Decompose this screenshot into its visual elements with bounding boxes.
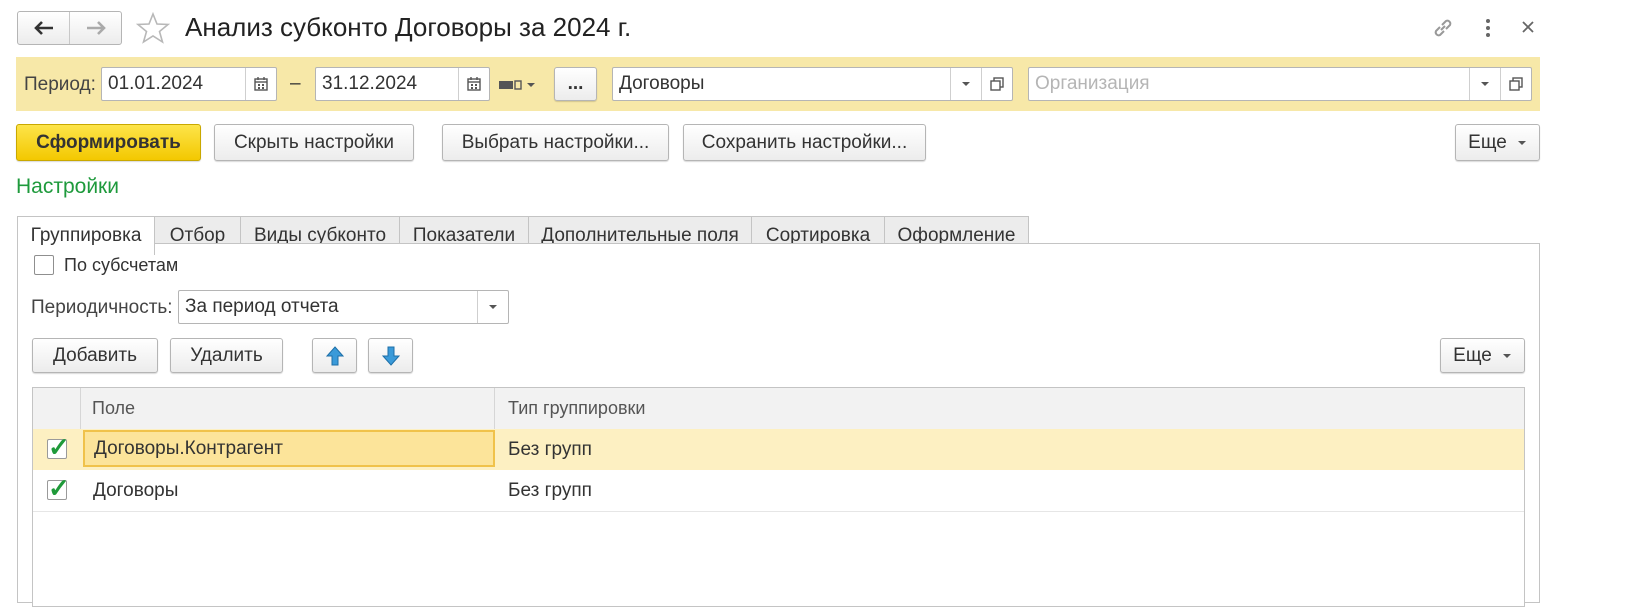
period-type-icon bbox=[499, 80, 522, 90]
arrow-up-icon bbox=[325, 345, 344, 365]
save-settings-label: Сохранить настройки... bbox=[701, 131, 908, 153]
period-select-button[interactable]: ... bbox=[554, 67, 597, 101]
column-header-label: Тип группировки bbox=[508, 398, 646, 418]
chevron-down-icon bbox=[1502, 353, 1511, 358]
tab-grouping[interactable]: Группировка bbox=[17, 216, 155, 255]
row-field-cell[interactable]: Договоры.Контрагент bbox=[83, 430, 495, 467]
add-button[interactable]: Добавить bbox=[32, 338, 158, 373]
checkmark-icon: ✓ bbox=[48, 432, 70, 462]
period-variant-dropdown[interactable] bbox=[498, 76, 540, 94]
move-down-button[interactable] bbox=[368, 338, 413, 373]
chevron-down-icon[interactable] bbox=[477, 291, 508, 323]
subconto-field[interactable]: Договоры bbox=[612, 67, 1013, 101]
column-header-label: Поле bbox=[92, 398, 136, 418]
back-button[interactable] bbox=[18, 12, 70, 44]
chevron-down-icon[interactable] bbox=[1469, 68, 1500, 100]
date-from-field[interactable]: 01.01.2024 bbox=[101, 67, 277, 101]
row-field-value: Договоры bbox=[93, 479, 179, 501]
period-dash: – bbox=[290, 73, 301, 94]
date-from-value: 01.01.2024 bbox=[108, 73, 204, 94]
row-group-type-value: Без групп bbox=[508, 479, 592, 501]
forward-button[interactable] bbox=[70, 12, 121, 44]
hide-settings-button[interactable]: Скрыть настройки bbox=[214, 124, 414, 161]
checkmark-icon: ✓ bbox=[48, 473, 70, 503]
close-icon[interactable] bbox=[1520, 19, 1536, 35]
periodicity-value: За период отчета bbox=[185, 296, 339, 317]
calendar-icon[interactable] bbox=[245, 68, 276, 100]
periodicity-label: Периодичность: bbox=[31, 297, 173, 318]
hide-settings-label: Скрыть настройки bbox=[233, 131, 395, 153]
column-header-field[interactable]: Поле bbox=[80, 388, 495, 429]
panel-more-button[interactable]: Еще bbox=[1440, 338, 1525, 373]
tab-label: Группировка bbox=[30, 225, 142, 246]
save-settings-button[interactable]: Сохранить настройки... bbox=[683, 124, 926, 161]
row-group-type-cell[interactable]: Без групп bbox=[508, 429, 592, 470]
page-title: Анализ субконто Договоры за 2024 г. bbox=[185, 12, 632, 42]
chevron-down-icon[interactable] bbox=[950, 68, 981, 100]
table-row[interactable]: ✓ Договоры.Контрагент Без групп bbox=[33, 429, 1524, 471]
choose-settings-button[interactable]: Выбрать настройки... bbox=[442, 124, 669, 161]
generate-button[interactable]: Сформировать bbox=[16, 124, 201, 161]
choose-settings-label: Выбрать настройки... bbox=[461, 131, 650, 153]
generate-label: Сформировать bbox=[36, 131, 181, 153]
by-subaccounts-checkbox[interactable] bbox=[34, 255, 54, 275]
chevron-down-icon bbox=[1517, 140, 1526, 145]
date-to-value: 31.12.2024 bbox=[322, 73, 418, 94]
row-field-cell[interactable]: Договоры bbox=[93, 470, 178, 511]
open-window-icon[interactable] bbox=[1500, 68, 1531, 100]
calendar-icon[interactable] bbox=[458, 68, 489, 100]
date-to-field[interactable]: 31.12.2024 bbox=[315, 67, 490, 101]
column-header-group-type[interactable]: Тип группировки bbox=[495, 388, 1524, 429]
table-row[interactable]: ✓ Договоры Без групп bbox=[33, 470, 1524, 512]
arrow-right-icon bbox=[86, 21, 106, 35]
ellipsis-label: ... bbox=[567, 73, 584, 94]
more-vertical-icon[interactable] bbox=[1478, 17, 1498, 39]
link-icon[interactable] bbox=[1432, 17, 1454, 39]
settings-heading: Настройки bbox=[16, 175, 119, 198]
more-label: Еще bbox=[1468, 131, 1507, 153]
checkbox-column-header bbox=[33, 388, 81, 429]
delete-label: Удалить bbox=[190, 344, 263, 366]
organization-placeholder: Организация bbox=[1035, 73, 1150, 94]
subconto-value: Договоры bbox=[619, 73, 705, 94]
row-field-value: Договоры.Контрагент bbox=[94, 437, 283, 459]
more-button[interactable]: Еще bbox=[1455, 124, 1540, 161]
grouping-table: Поле Тип группировки ✓ Договоры.Контраге… bbox=[32, 387, 1525, 607]
row-group-type-value: Без групп bbox=[508, 438, 592, 460]
period-label: Период: bbox=[24, 74, 96, 95]
open-window-icon[interactable] bbox=[981, 68, 1012, 100]
chevron-down-icon bbox=[527, 83, 535, 87]
table-header: Поле Тип группировки bbox=[33, 388, 1524, 430]
panel-more-label: Еще bbox=[1453, 344, 1492, 366]
delete-button[interactable]: Удалить bbox=[170, 338, 283, 373]
organization-field[interactable]: Организация bbox=[1028, 67, 1532, 101]
add-label: Добавить bbox=[53, 344, 137, 366]
nav-buttons bbox=[17, 11, 122, 45]
by-subaccounts-label: По субсчетам bbox=[64, 255, 179, 275]
periodicity-select[interactable]: За период отчета bbox=[178, 290, 509, 324]
arrow-left-icon bbox=[33, 21, 53, 35]
row-group-type-cell[interactable]: Без групп bbox=[508, 470, 592, 511]
move-up-button[interactable] bbox=[312, 338, 357, 373]
favorite-star-icon[interactable] bbox=[136, 12, 170, 44]
arrow-down-icon bbox=[381, 346, 400, 366]
